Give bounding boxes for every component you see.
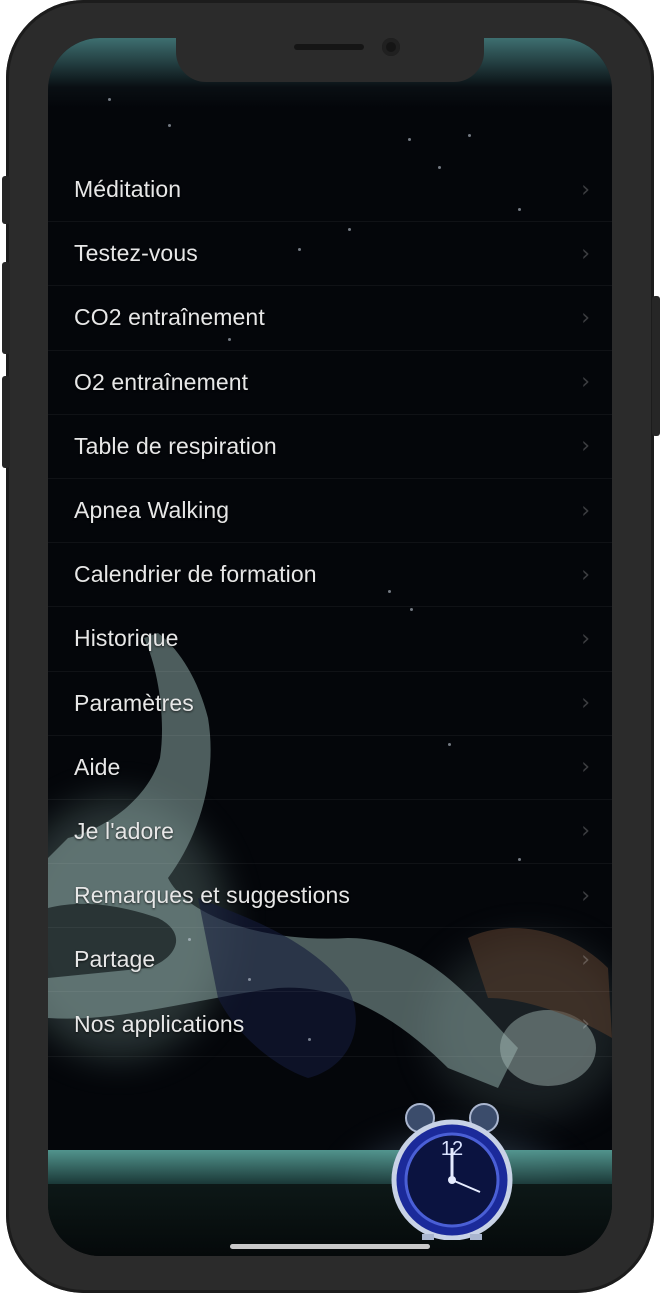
menu-item-historique[interactable]: Historique ›: [48, 607, 612, 672]
pool-edge: [48, 1150, 612, 1184]
menu-item-aide[interactable]: Aide ›: [48, 736, 612, 800]
chevron-right-icon: ›: [581, 690, 590, 716]
notch: [176, 38, 484, 82]
power-button: [652, 296, 660, 436]
menu-item-label: Table de respiration: [74, 432, 277, 459]
chevron-right-icon: ›: [581, 562, 590, 588]
menu-item-label: Partage: [74, 946, 156, 973]
menu-item-table-de-respiration[interactable]: Table de respiration ›: [48, 415, 612, 479]
chevron-right-icon: ›: [581, 498, 590, 524]
chevron-right-icon: ›: [581, 818, 590, 844]
chevron-right-icon: ›: [581, 947, 590, 973]
front-camera-icon: [382, 38, 400, 56]
main-menu: Méditation › Testez-vous › CO2 entraînem…: [48, 158, 612, 1057]
menu-item-label: Testez-vous: [74, 240, 198, 267]
bubble: [168, 124, 171, 127]
menu-item-label: Je l'adore: [74, 817, 175, 844]
menu-item-o2-entrainement[interactable]: O2 entraînement ›: [48, 351, 612, 415]
volume-down-button: [2, 376, 10, 468]
chevron-right-icon: ›: [581, 1011, 590, 1037]
menu-item-label: Remarques et suggestions: [74, 882, 350, 909]
chevron-right-icon: ›: [581, 754, 590, 780]
menu-item-co2-entrainement[interactable]: CO2 entraînement ›: [48, 286, 612, 351]
bubble: [468, 134, 471, 137]
home-indicator[interactable]: [230, 1244, 430, 1249]
chevron-right-icon: ›: [581, 241, 590, 267]
menu-item-label: Apnea Walking: [74, 497, 230, 524]
menu-item-partage[interactable]: Partage ›: [48, 928, 612, 993]
menu-item-apnea-walking[interactable]: Apnea Walking ›: [48, 479, 612, 544]
menu-item-label: Paramètres: [74, 689, 194, 716]
speaker-grille: [294, 44, 364, 50]
menu-item-remarques-et-suggestions[interactable]: Remarques et suggestions ›: [48, 864, 612, 929]
menu-item-label: Méditation: [74, 176, 182, 203]
mute-switch: [2, 176, 10, 224]
chevron-right-icon: ›: [581, 305, 590, 331]
volume-up-button: [2, 262, 10, 354]
menu-item-testez-vous[interactable]: Testez-vous ›: [48, 222, 612, 287]
chevron-right-icon: ›: [581, 883, 590, 909]
menu-item-parametres[interactable]: Paramètres ›: [48, 672, 612, 736]
chevron-right-icon: ›: [581, 433, 590, 459]
alarm-clock-icon: 12: [391, 1103, 513, 1240]
menu-item-meditation[interactable]: Méditation ›: [48, 158, 612, 223]
bubble: [408, 138, 411, 141]
menu-item-je-l-adore[interactable]: Je l'adore ›: [48, 800, 612, 865]
menu-item-label: Historique: [74, 625, 179, 652]
bubble: [108, 98, 111, 101]
menu-item-label: O2 entraînement: [74, 368, 249, 395]
app-screen: Méditation › Testez-vous › CO2 entraînem…: [48, 38, 612, 1256]
menu-item-label: Nos applications: [74, 1010, 245, 1037]
chevron-right-icon: ›: [581, 369, 590, 395]
chevron-right-icon: ›: [581, 177, 590, 203]
chevron-right-icon: ›: [581, 626, 590, 652]
menu-item-calendrier-de-formation[interactable]: Calendrier de formation ›: [48, 543, 612, 608]
menu-item-label: CO2 entraînement: [74, 304, 265, 331]
menu-item-label: Calendrier de formation: [74, 561, 317, 588]
menu-item-label: Aide: [74, 753, 121, 780]
menu-item-nos-applications[interactable]: Nos applications ›: [48, 992, 612, 1057]
